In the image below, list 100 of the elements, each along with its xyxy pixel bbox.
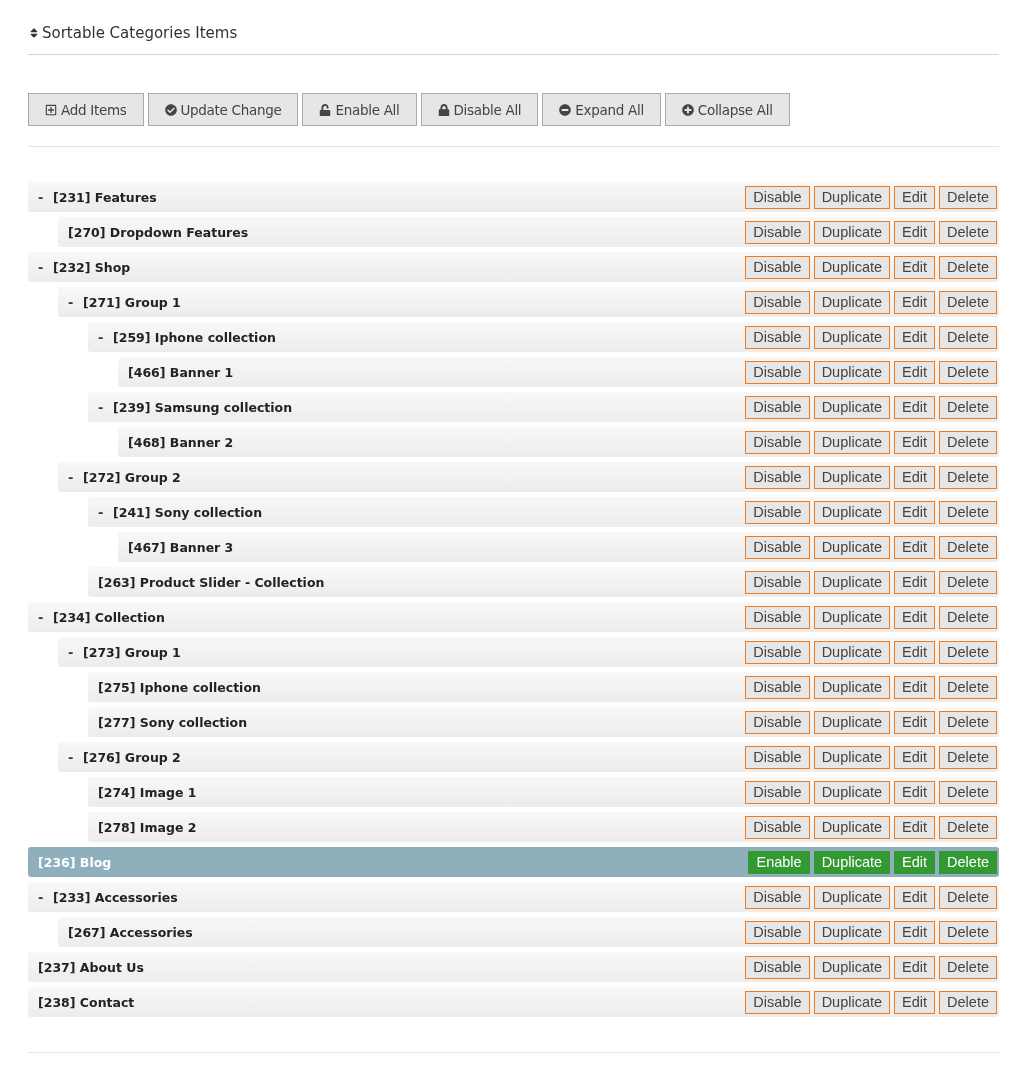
tree-row[interactable]: - [231] Features Disable Duplicate Edit Delete	[28, 182, 999, 212]
action-button[interactable]: Edit	[894, 395, 936, 419]
toolbar-button[interactable]: Enable All	[302, 93, 417, 126]
collapse-toggle[interactable]: -	[38, 189, 53, 205]
action-button[interactable]: Duplicate	[813, 500, 891, 524]
action-button[interactable]: Edit	[894, 815, 936, 839]
tree-row[interactable]: - [239] Samsung collection Disable Duplicate Edit Delete	[88, 392, 999, 422]
action-button[interactable]: Edit	[894, 920, 936, 944]
action-button[interactable]: Disable	[745, 360, 810, 384]
action-button[interactable]: Edit	[894, 675, 936, 699]
action-button[interactable]: Disable	[745, 710, 810, 734]
tree-row[interactable]: - [232] Shop Disable Duplicate Edit Delete	[28, 252, 999, 282]
action-button[interactable]: Duplicate	[813, 220, 891, 244]
toolbar-button[interactable]: Disable All	[420, 93, 539, 126]
collapse-toggle[interactable]: -	[68, 469, 83, 485]
collapse-toggle[interactable]: -	[38, 609, 53, 625]
action-button[interactable]: Disable	[745, 780, 810, 804]
action-button[interactable]: Disable	[745, 605, 810, 629]
action-button[interactable]: Delete	[939, 465, 997, 489]
toolbar-button[interactable]: Collapse All	[664, 93, 790, 126]
action-button[interactable]: Duplicate	[813, 290, 891, 314]
action-button[interactable]: Duplicate	[813, 430, 891, 454]
action-button[interactable]: Disable	[745, 990, 810, 1014]
action-button[interactable]: Edit	[894, 990, 936, 1014]
collapse-toggle[interactable]: -	[98, 504, 113, 520]
tree-row[interactable]: - [273] Group 1 Disable Duplicate Edit Delete	[58, 637, 999, 667]
action-button[interactable]: Duplicate	[813, 885, 891, 909]
action-button[interactable]: Duplicate	[813, 990, 891, 1014]
action-button[interactable]: Delete	[939, 745, 997, 769]
action-button[interactable]: Edit	[894, 780, 936, 804]
action-button[interactable]: Edit	[894, 535, 936, 559]
tree-row[interactable]: - [272] Group 2 Disable Duplicate Edit Delete	[58, 462, 999, 492]
action-button[interactable]: Edit	[894, 325, 936, 349]
action-button[interactable]: Edit	[894, 465, 936, 489]
action-button[interactable]: Disable	[745, 255, 810, 279]
action-button[interactable]: Duplicate	[813, 920, 891, 944]
action-button[interactable]: Delete	[939, 605, 997, 629]
action-button[interactable]: Duplicate	[813, 815, 891, 839]
action-button[interactable]: Delete	[939, 570, 997, 594]
action-button[interactable]: Disable	[745, 640, 810, 664]
action-button[interactable]: Duplicate	[813, 605, 891, 629]
tree-row[interactable]: [467] Banner 3 Disable Duplicate Edit Delete	[118, 532, 999, 562]
action-button[interactable]: Edit	[894, 255, 936, 279]
collapse-toggle[interactable]: -	[68, 749, 83, 765]
tree-row[interactable]: - [241] Sony collection Disable Duplicate Edit Delete	[88, 497, 999, 527]
action-button[interactable]: Edit	[894, 570, 936, 594]
action-button[interactable]: Duplicate	[813, 360, 891, 384]
action-button[interactable]: Duplicate	[813, 710, 891, 734]
tree-row[interactable]: [466] Banner 1 Disable Duplicate Edit Delete	[118, 357, 999, 387]
tree-row[interactable]: [267] Accessories Disable Duplicate Edit Delete	[58, 917, 999, 947]
tree-row[interactable]: [468] Banner 2 Disable Duplicate Edit Delete	[118, 427, 999, 457]
action-button[interactable]: Edit	[894, 640, 936, 664]
action-button[interactable]: Delete	[939, 955, 997, 979]
action-button[interactable]: Delete	[939, 990, 997, 1014]
action-button[interactable]: Delete	[939, 710, 997, 734]
action-button[interactable]: Delete	[939, 220, 997, 244]
action-button[interactable]: Edit	[894, 745, 936, 769]
action-button[interactable]: Delete	[939, 325, 997, 349]
action-button[interactable]: Duplicate	[813, 780, 891, 804]
action-button[interactable]: Disable	[745, 570, 810, 594]
tree-row[interactable]: - [276] Group 2 Disable Duplicate Edit Delete	[58, 742, 999, 772]
collapse-toggle[interactable]: -	[68, 644, 83, 660]
action-button[interactable]: Disable	[745, 920, 810, 944]
action-button[interactable]: Delete	[939, 675, 997, 699]
action-button[interactable]: Delete	[939, 640, 997, 664]
action-button[interactable]: Disable	[745, 395, 810, 419]
tree-row[interactable]: - [271] Group 1 Disable Duplicate Edit Delete	[58, 287, 999, 317]
tree-row[interactable]: - [233] Accessories Disable Duplicate Edit Delete	[28, 882, 999, 912]
action-button[interactable]: Delete	[939, 255, 997, 279]
action-button[interactable]: Edit	[894, 185, 936, 209]
action-button[interactable]: Disable	[745, 325, 810, 349]
collapse-toggle[interactable]: -	[38, 889, 53, 905]
action-button[interactable]: Disable	[745, 185, 810, 209]
action-button[interactable]: Delete	[939, 430, 997, 454]
tree-row[interactable]: [238] Contact Disable Duplicate Edit Delete	[28, 987, 999, 1017]
action-button[interactable]: Disable	[745, 500, 810, 524]
action-button[interactable]: Duplicate	[813, 955, 891, 979]
collapse-toggle[interactable]: -	[98, 329, 113, 345]
action-button[interactable]: Edit	[894, 220, 936, 244]
action-button[interactable]: Delete	[939, 885, 997, 909]
action-button[interactable]: Edit	[894, 605, 936, 629]
action-button[interactable]: Edit	[894, 955, 936, 979]
tree-row[interactable]: [278] Image 2 Disable Duplicate Edit Delete	[88, 812, 999, 842]
action-button[interactable]: Edit	[894, 360, 936, 384]
tree-row[interactable]: [277] Sony collection Disable Duplicate Edit Delete	[88, 707, 999, 737]
tree-row[interactable]: [275] Iphone collection Disable Duplicate Edit Delete	[88, 672, 999, 702]
action-button[interactable]: Disable	[745, 745, 810, 769]
action-button[interactable]: Delete	[939, 815, 997, 839]
action-button[interactable]: Disable	[745, 885, 810, 909]
action-button[interactable]: Disable	[745, 535, 810, 559]
action-button[interactable]: Duplicate	[813, 185, 891, 209]
tree-row[interactable]: - [234] Collection Disable Duplicate Edit Delete	[28, 602, 999, 632]
action-button[interactable]: Edit	[894, 290, 936, 314]
tree-row[interactable]: - [259] Iphone collection Disable Duplicate Edit Delete	[88, 322, 999, 352]
action-button[interactable]: Duplicate	[813, 570, 891, 594]
action-button[interactable]: Disable	[745, 815, 810, 839]
action-button[interactable]: Duplicate	[813, 395, 891, 419]
action-button[interactable]: Duplicate	[813, 465, 891, 489]
action-button[interactable]: Disable	[745, 675, 810, 699]
action-button[interactable]: Edit	[894, 430, 936, 454]
